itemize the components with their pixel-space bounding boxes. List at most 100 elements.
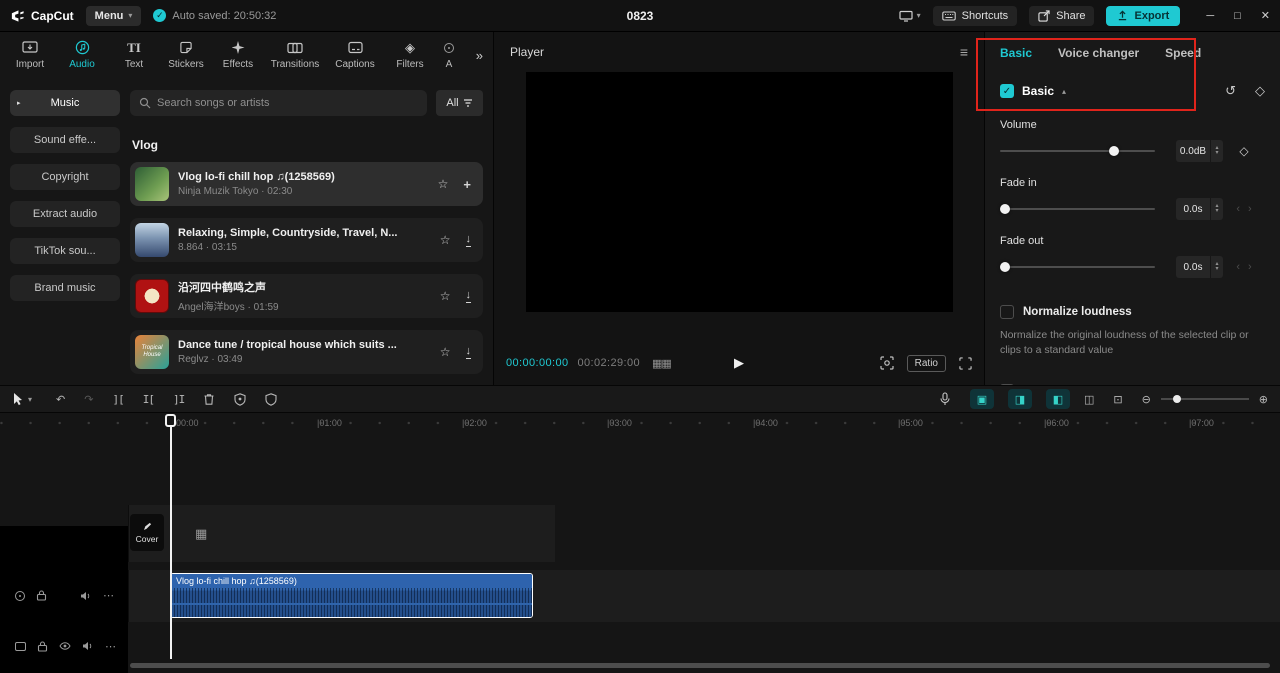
export-button[interactable]: Export [1106,5,1181,26]
menu-button[interactable]: Menu ▾ [85,5,142,26]
song-item[interactable]: Vlog lo-fi chill hop ♫(1258569) Ninja Mu… [130,162,483,206]
stepper-down-icon[interactable]: ▾ [1215,266,1218,272]
ratio-button[interactable]: Ratio [906,354,946,372]
sidebar-item-brand-music[interactable]: Brand music [10,275,120,301]
fade-in-slider[interactable] [1000,202,1155,216]
select-tool-button[interactable]: ▾ [12,392,32,406]
play-button[interactable]: ▶ [734,355,744,371]
tab-effects[interactable]: Effects [212,40,264,70]
tab-filters[interactable]: ◈ Filters [384,40,436,71]
mask-button[interactable] [234,392,246,406]
playhead-handle[interactable] [165,414,176,427]
preview-axis-toggle-icon[interactable]: ◧ [1045,389,1070,409]
delete-right-button[interactable]: ]I [173,393,185,406]
download-icon[interactable]: ↓ [465,345,471,359]
search-box[interactable] [130,90,427,116]
fade-out-stepper[interactable]: ▴ ▾ [1210,256,1223,278]
sidebar-item-copyright[interactable]: Copyright [10,164,120,190]
display-mode-button[interactable]: ▾ [899,10,921,22]
slider-thumb[interactable] [1108,146,1119,156]
favorite-icon[interactable]: ☆ [440,345,451,359]
delete-left-button[interactable]: I[ [143,393,155,406]
focus-icon[interactable] [880,356,894,370]
expand-tabs-icon[interactable]: » [476,48,489,63]
playhead-line[interactable] [170,415,172,659]
zoom-in-button[interactable]: ⊕ [1259,393,1268,406]
tab-stickers[interactable]: Stickers [160,40,212,70]
favorite-icon[interactable]: ☆ [438,177,449,191]
volume-keyframe-icon[interactable]: ◇ [1239,144,1248,158]
player-menu-icon[interactable]: ≡ [960,44,968,60]
preview-quality-icon[interactable]: ⊡ [1113,393,1122,406]
sidebar-item-sound-effects[interactable]: Sound effe... [10,127,120,153]
fullscreen-icon[interactable] [959,356,972,370]
horizontal-scrollbar[interactable] [130,663,1270,668]
favorite-icon[interactable]: ☆ [440,233,451,247]
tab-audio[interactable]: Audio [56,40,108,70]
shortcuts-button[interactable]: Shortcuts [932,5,1018,26]
tab-voice-changer[interactable]: Voice changer [1058,46,1139,60]
maximize-button[interactable]: □ [1234,10,1241,22]
speaker-icon[interactable] [80,591,92,601]
view-mode-icon[interactable]: ◫ [1084,393,1094,406]
redo-button[interactable]: ↷ [84,393,93,406]
lock-icon[interactable] [37,640,48,652]
slider-thumb[interactable] [1000,262,1010,272]
song-item[interactable]: Relaxing, Simple, Countryside, Travel, N… [130,218,483,262]
frame-preview-icon[interactable]: ▦▦ [652,357,672,370]
split-button[interactable]: ][ [112,393,124,406]
minimize-button[interactable]: ─ [1206,10,1214,22]
link-clips-toggle-icon[interactable]: ◨ [1007,389,1032,409]
undo-button[interactable]: ↶ [56,393,65,406]
song-item[interactable]: Tropical House Dance tune / tropical hou… [130,330,483,374]
reset-icon[interactable]: ↺ [1225,83,1236,99]
zoom-out-button[interactable]: ⊖ [1142,393,1151,406]
stepper-down-icon[interactable]: ▾ [1215,150,1218,156]
video-track[interactable]: ▦ [128,505,555,562]
sidebar-item-extract-audio[interactable]: Extract audio [10,201,120,227]
tab-adjust-truncated[interactable]: A [436,40,462,70]
collapse-icon[interactable]: ▴ [1062,87,1066,96]
fade-in-value-box[interactable]: 0.0s ▴ ▾ [1176,198,1223,220]
volume-slider[interactable] [1000,144,1155,158]
add-to-timeline-icon[interactable]: + [463,177,471,192]
song-item[interactable]: 沿河四中鹤鸣之声 Angel海洋boys · 01:59 ☆ ↓ [130,274,483,318]
cover-button[interactable]: Cover [130,514,164,551]
more-options-icon[interactable]: ⋯ [105,640,117,653]
speaker-icon[interactable] [82,641,94,651]
more-options-icon[interactable]: ⋯ [103,589,115,602]
audio-clip[interactable]: Vlog lo-fi chill hop ♫(1258569) [170,573,533,618]
tab-transitions[interactable]: Transitions [264,40,326,70]
volume-value-box[interactable]: 0.0dB ▴ ▾ [1176,140,1223,162]
stepper-down-icon[interactable]: ▾ [1215,208,1218,214]
slider-thumb[interactable] [1000,204,1010,214]
fade-in-stepper[interactable]: ▴ ▾ [1210,198,1223,220]
tab-import[interactable]: Import [4,40,56,70]
download-icon[interactable]: ↓ [465,289,471,303]
volume-stepper[interactable]: ▴ ▾ [1210,140,1223,162]
tab-speed[interactable]: Speed [1165,46,1201,60]
close-button[interactable]: ✕ [1261,9,1270,22]
tab-captions[interactable]: Captions [326,40,384,70]
timeline-zoom-slider[interactable] [1160,393,1249,405]
record-voiceover-button[interactable] [939,392,951,406]
search-input[interactable] [157,97,418,109]
eye-icon[interactable] [59,642,71,650]
filter-all-button[interactable]: All [436,90,483,116]
fade-out-slider[interactable] [1000,260,1155,274]
share-button[interactable]: Share [1029,5,1095,26]
tab-basic[interactable]: Basic [1000,46,1032,60]
basic-checkbox[interactable]: ✓ [1000,84,1014,98]
magnet-toggle-icon[interactable]: ▣ [969,389,994,409]
fade-out-value-box[interactable]: 0.0s ▴ ▾ [1176,256,1223,278]
normalize-checkbox[interactable] [1000,305,1014,319]
shield-outline-button[interactable] [265,392,277,406]
favorite-icon[interactable]: ☆ [440,289,451,303]
timeline-ruler[interactable]: 00:00 |01:00 |02:00 |03:00 |04:00 |05:00… [0,413,1280,433]
lock-icon[interactable] [36,590,47,601]
sidebar-item-tiktok-sounds[interactable]: TikTok sou... [10,238,120,264]
keyframe-icon[interactable]: ◇ [1255,83,1265,99]
tab-text[interactable]: TI Text [108,40,160,71]
delete-button[interactable] [203,393,215,406]
sidebar-item-music[interactable]: ▸ Music [10,90,120,116]
